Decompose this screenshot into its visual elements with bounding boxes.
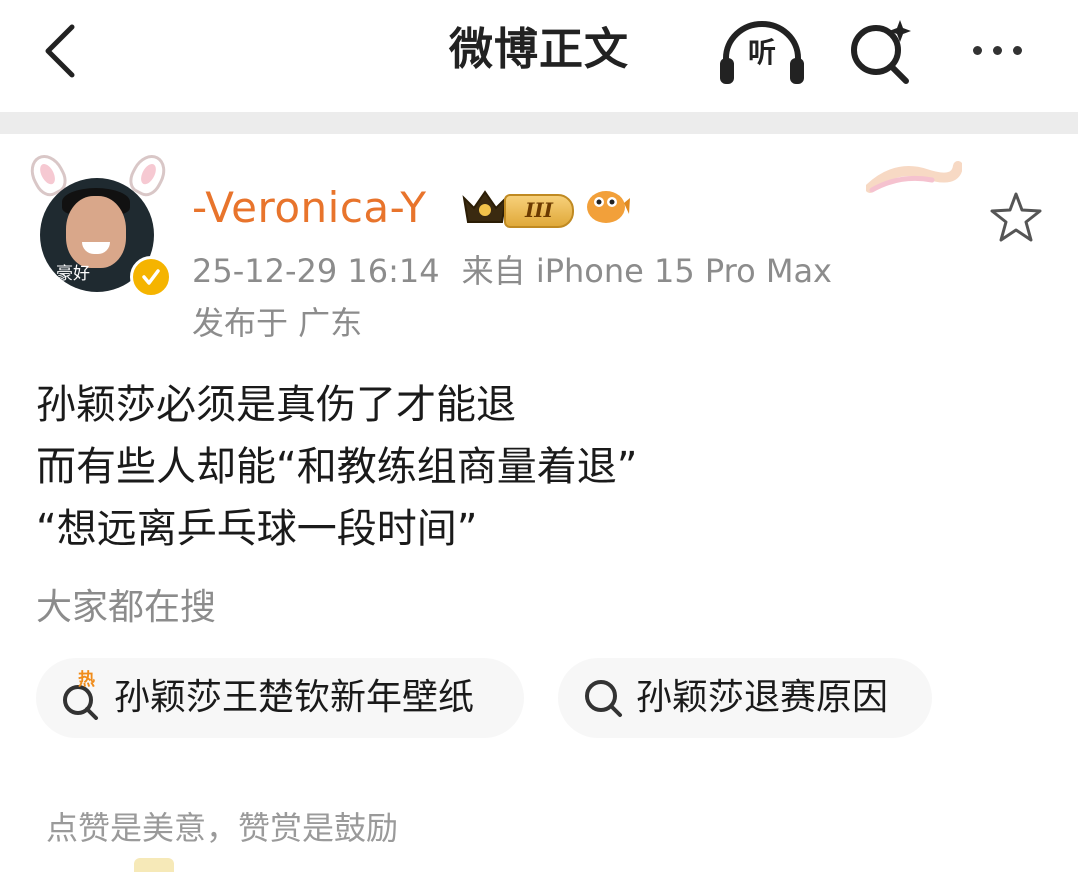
page-title: 微博正文: [449, 24, 629, 75]
more-dot-icon: [1012, 45, 1022, 55]
trending-search-chip[interactable]: 孙颖莎退赛原因: [558, 658, 932, 738]
top-nav-bar: 微博正文 听: [0, 0, 1078, 112]
search-icon: [582, 676, 626, 720]
trending-search-text: 孙颖莎退赛原因: [636, 677, 889, 718]
verified-badge-icon: [130, 256, 172, 298]
post-source: 来自 iPhone 15 Pro Max: [461, 252, 832, 290]
avatar[interactable]: 豪好: [24, 148, 172, 302]
reward-decoration: [134, 858, 174, 872]
trending-label: 大家都在搜: [36, 587, 217, 628]
more-dot-icon: [972, 45, 982, 55]
post-meta: 25-12-29 16:14 来自 iPhone 15 Pro Max: [192, 250, 832, 292]
search-sparkle-icon: [851, 20, 911, 84]
hot-mark: 热: [78, 670, 95, 690]
reward-prompt: 点赞是美意，赞赏是鼓励: [46, 809, 399, 847]
level-label: III: [504, 194, 574, 228]
trending-search-chip[interactable]: 热 孙颖莎王楚钦新年壁纸: [36, 658, 524, 738]
post-timestamp: 25-12-29 16:14: [192, 252, 440, 290]
post-location: 发布于 广东: [192, 304, 363, 342]
search-button[interactable]: [846, 14, 916, 86]
vip-level-badge[interactable]: III: [460, 186, 574, 228]
pufferfish-badge-icon: [587, 191, 630, 223]
hot-search-icon: 热: [60, 670, 104, 720]
post-body-line: 孙颖莎必须是真伤了才能退: [36, 382, 516, 428]
post-body: 孙颖莎必须是真伤了才能退 而有些人却能“和教练组商量着退” “想远离乒乓球一段时…: [36, 374, 1036, 560]
listen-button[interactable]: 听: [716, 14, 808, 86]
header-divider: [0, 112, 1078, 134]
more-options-button[interactable]: [958, 30, 1036, 70]
star-icon: [990, 192, 1042, 242]
username-link[interactable]: -Veronica-Y: [192, 182, 427, 234]
avatar-caption: 豪好: [56, 264, 90, 284]
post-body-line: 而有些人却能“和教练组商量着退”: [36, 444, 638, 490]
trending-search-text: 孙颖莎王楚钦新年壁纸: [114, 677, 475, 718]
favorite-button[interactable]: [988, 190, 1044, 244]
post-body-line: “想远离乒乓球一段时间”: [36, 506, 478, 552]
more-dot-icon: [992, 45, 1002, 55]
decoration-sticker: [866, 161, 962, 193]
listen-label: 听: [747, 36, 776, 69]
crown-icon: [462, 190, 508, 223]
